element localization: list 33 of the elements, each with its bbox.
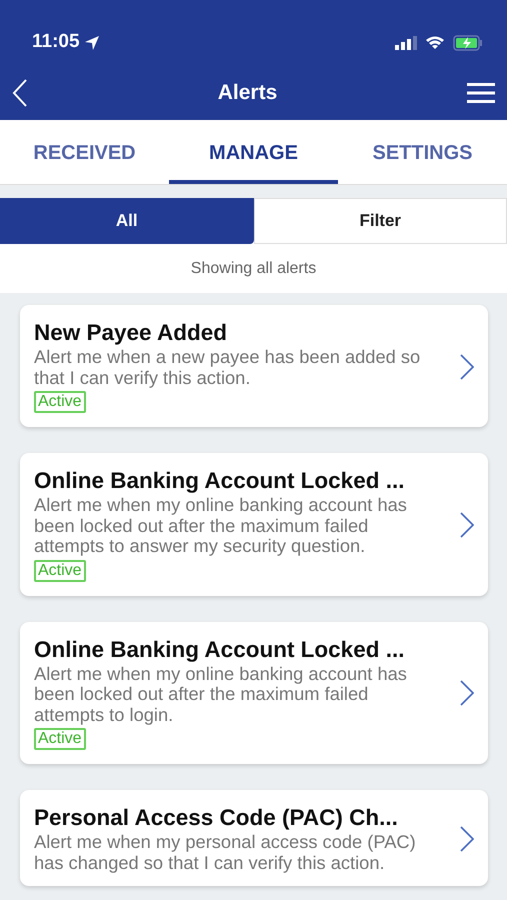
tab[interactable]: RECEIVED: [0, 120, 169, 184]
page-title: Alerts: [218, 80, 278, 106]
alert-card[interactable]: Online Banking Account Locked ... Alert me when my online banking account has been locked out after the maximum failed attempts to login. Active: [20, 622, 488, 764]
segment-button[interactable]: Filter: [254, 198, 507, 244]
status-time: 11:05: [32, 30, 80, 54]
alert-card[interactable]: Online Banking Account Locked ... Alert me when my online banking account has been locked out after the maximum failed attempts to answer my security question. Active: [20, 453, 488, 596]
alert-title: New Payee Added: [34, 319, 228, 347]
chevron-right-icon: [460, 354, 474, 380]
alert-description: Alert me when my online banking account has been locked out after the maximum failed attempts to login.: [34, 664, 408, 725]
alert-title: Online Banking Account Locked ...: [34, 467, 406, 495]
alert-description: Alert me when my online banking account has been locked out after the maximum failed attempts to answer my security question.: [34, 495, 408, 556]
segment-button[interactable]: All: [0, 198, 254, 244]
status-badge: Active: [34, 391, 86, 413]
chevron-right-icon: [460, 680, 474, 706]
alert-description: Alert me when a new payee has been added so that I can verify this action.: [34, 347, 422, 388]
summary-text: Showing all alerts: [190, 258, 316, 278]
tab[interactable]: MANAGE: [169, 120, 338, 184]
alert-title: Online Banking Account Locked ...: [34, 636, 406, 664]
tab[interactable]: SETTINGS: [338, 120, 507, 184]
back-icon[interactable]: [12, 78, 28, 106]
location-arrow-icon: [84, 34, 100, 50]
menu-icon[interactable]: [467, 82, 495, 102]
signal-icon: [395, 36, 417, 50]
alert-card[interactable]: New Payee Added Alert me when a new payee has been added so that I can verify this action. Active: [20, 305, 488, 427]
chevron-right-icon: [460, 826, 474, 852]
wifi-icon: [425, 35, 445, 50]
alert-description: Alert me when my personal access code (PAC) has changed so that I can verify this action.: [34, 832, 417, 873]
status-badge: Active: [34, 728, 86, 750]
battery-charging-icon: [453, 34, 483, 50]
alert-card[interactable]: Personal Access Code (PAC) Ch... Alert me when my personal access code (PAC) has changed so that I can verify this action.: [20, 790, 488, 886]
chevron-right-icon: [460, 512, 474, 538]
status-badge: Active: [34, 560, 86, 582]
alert-title: Personal Access Code (PAC) Ch...: [34, 804, 399, 832]
